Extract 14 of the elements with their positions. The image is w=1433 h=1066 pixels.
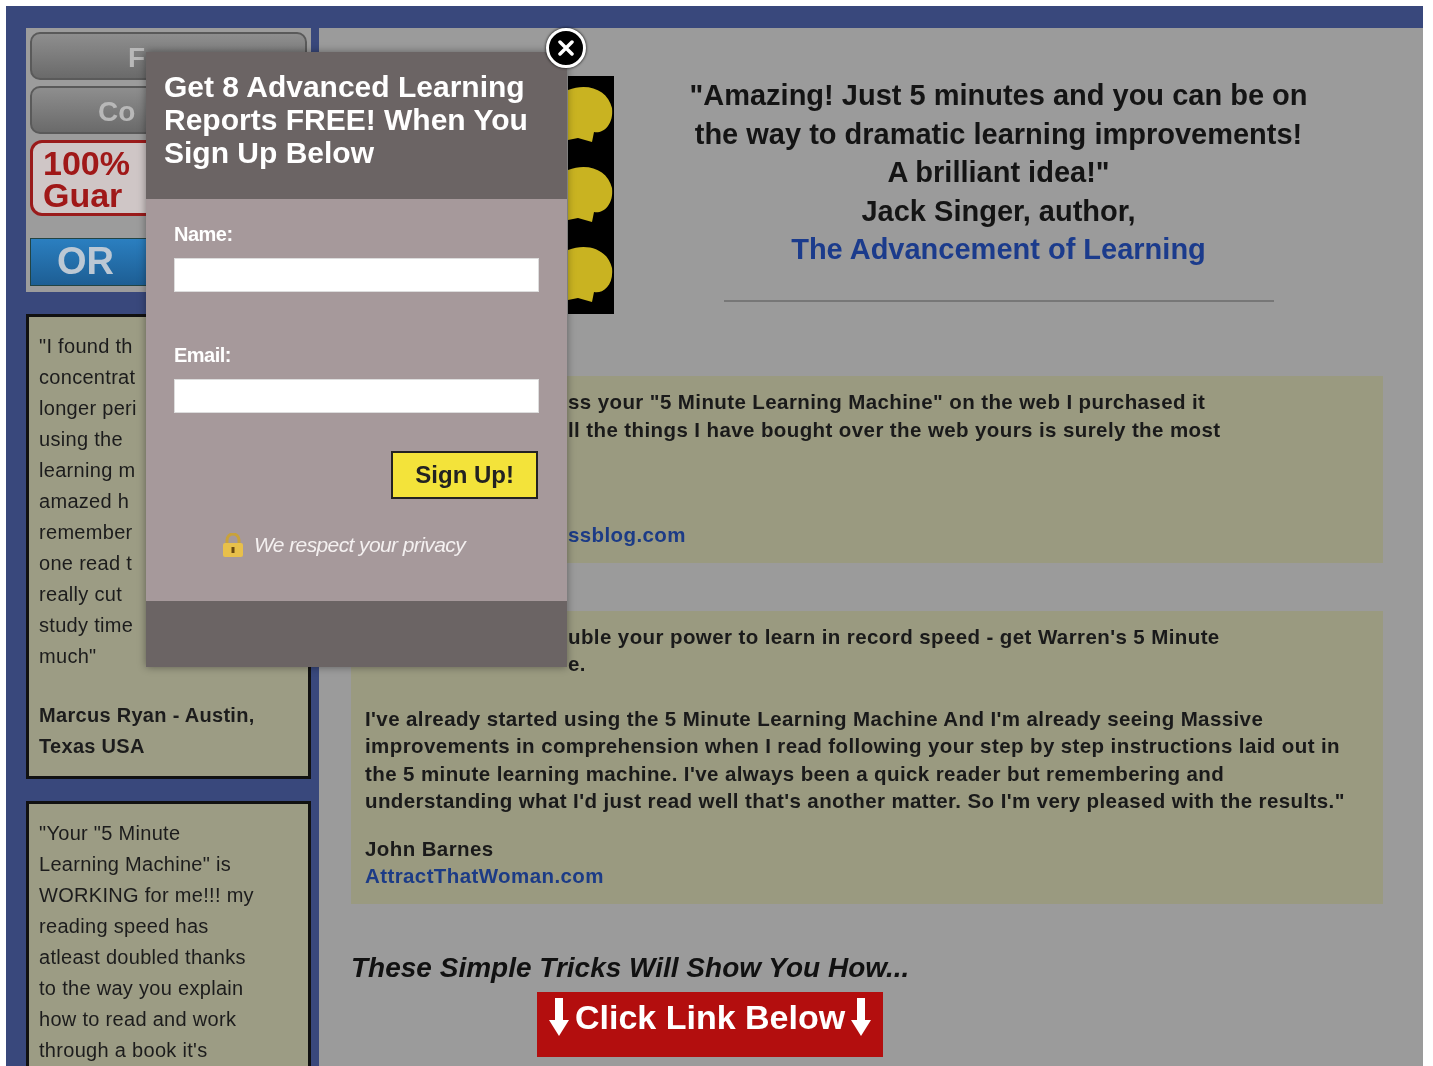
- privacy-note: We respect your privacy: [254, 533, 466, 557]
- field-label: Email:: [174, 344, 233, 367]
- testimonial-text: "I found th concentrat longer peri using the learning m amazed h remember one read t really cut study time much": [39, 334, 137, 669]
- testimonial-text: e.: [568, 651, 587, 677]
- testimonial-text: "Your "5 Minute Learning Machine" is WORKING for me!!! my reading speed has atleast doubled thanks to the way you explain how to read and work through a book it's: [39, 821, 254, 1063]
- field-label: Name:: [174, 223, 234, 246]
- testimonial-text: ll the things I have bought over the web yours is surely the most: [568, 416, 1222, 443]
- headline-quote: "Amazing! Just 5 minutes and you can be on the way to dramatic learning improvements! A brilliant idea!" Jack Singer, author,: [689, 78, 1308, 229]
- testimonial-text: uble your power to learn in record speed - get Warren's 5 Minute: [568, 623, 1221, 650]
- testimonial-author: John Barnes: [365, 835, 495, 862]
- testimonial-text: I've already started using the 5 Minute Learning Machine And I'm already seeing Massive improvements in comprehension when I read following your step by step instructions laid out in the 5 minute learning machine. I've always been a quick reader but remembering and understanding what I'd just read well that's another matter. So I'm very pleased with the results.": [365, 705, 1346, 814]
- section-heading: These Simple Tricks Will Show You How...: [351, 951, 911, 984]
- testimonial-text: ss your "5 Minute Learning Machine" on the web I purchased it: [568, 389, 1207, 415]
- testimonial-author: Marcus Ryan - Austin, Texas USA: [39, 703, 256, 759]
